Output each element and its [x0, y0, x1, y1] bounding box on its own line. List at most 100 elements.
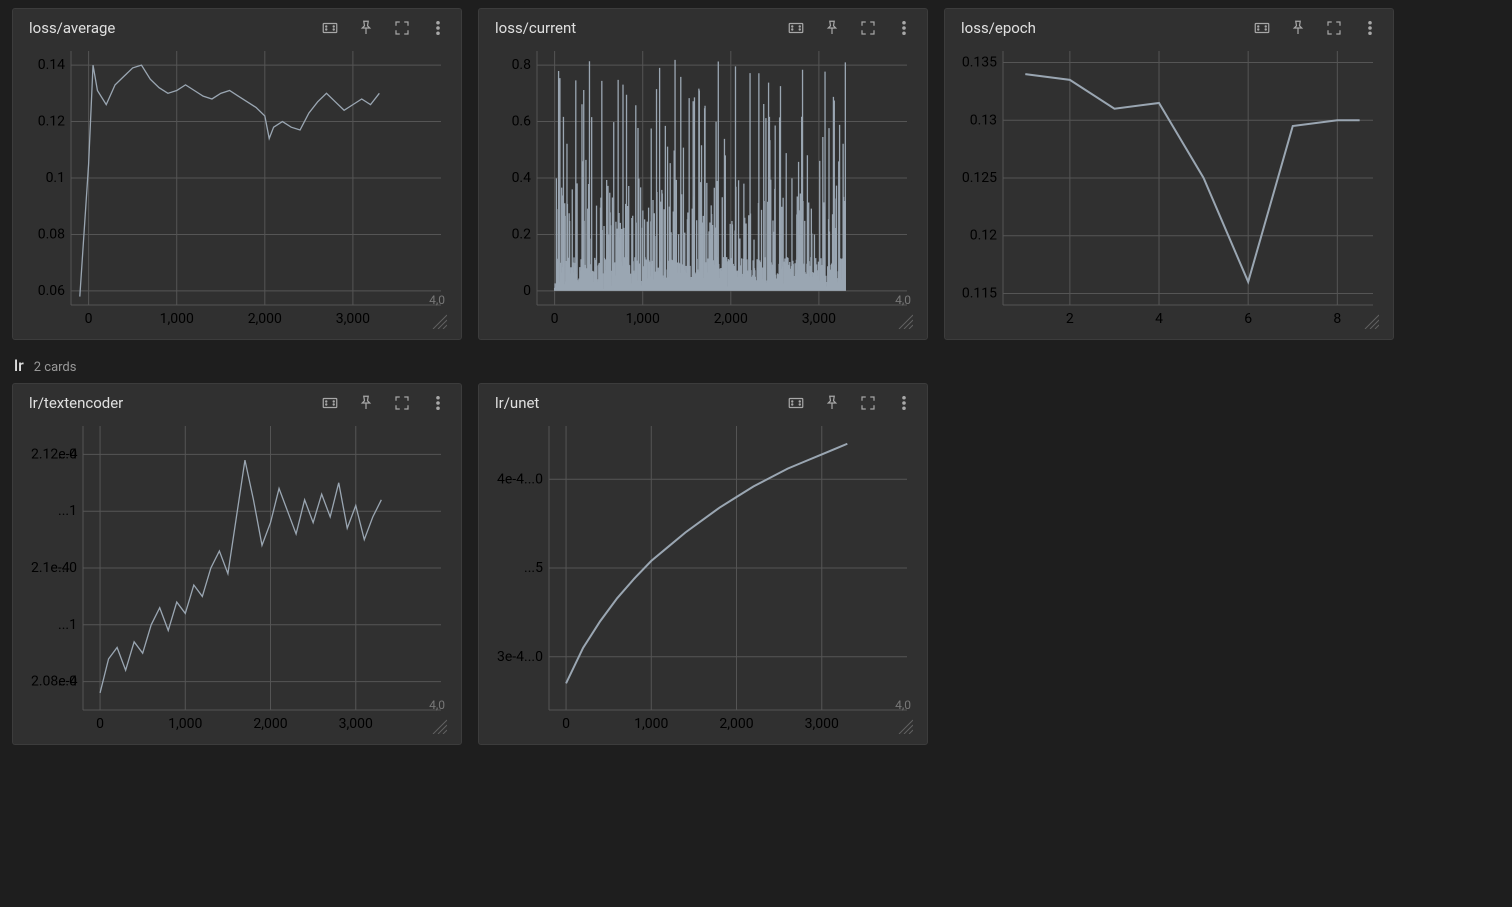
- fullscreen-icon[interactable]: [393, 19, 411, 37]
- pin-icon[interactable]: [357, 394, 375, 412]
- svg-text:3,000: 3,000: [805, 716, 839, 732]
- section-title: lr: [14, 356, 24, 375]
- resize-handle-icon[interactable]: [895, 311, 913, 329]
- svg-text:0.115: 0.115: [962, 285, 997, 301]
- card-loss-epoch: loss/epoch 0.115 0.12 0.125 0.13 0.135 2 4 6 8: [944, 8, 1394, 340]
- svg-text:0: 0: [85, 311, 93, 327]
- svg-text:1,000: 1,000: [626, 311, 660, 327]
- fullscreen-icon[interactable]: [1325, 19, 1343, 37]
- more-icon[interactable]: [895, 19, 913, 37]
- fit-domain-icon[interactable]: [1253, 19, 1271, 37]
- fullscreen-icon[interactable]: [393, 394, 411, 412]
- lr-row: lr/textencoder ...0...1...0...1...02.08e…: [0, 375, 1512, 753]
- svg-text:2: 2: [1066, 311, 1074, 327]
- card-header: loss/average: [23, 19, 451, 43]
- card-lr-textencoder: lr/textencoder ...0...1...0...1...02.08e…: [12, 383, 462, 745]
- svg-text:6: 6: [1244, 311, 1252, 327]
- card-title: loss/average: [29, 19, 115, 37]
- svg-text:2,000: 2,000: [248, 311, 282, 327]
- more-icon[interactable]: [429, 394, 447, 412]
- card-toolbar: [1253, 19, 1379, 37]
- svg-text:2,000: 2,000: [253, 716, 287, 732]
- resize-handle-icon[interactable]: [1361, 311, 1379, 329]
- more-icon[interactable]: [429, 19, 447, 37]
- chart-loss-epoch[interactable]: 0.115 0.12 0.125 0.13 0.135 2 4 6 8: [955, 43, 1383, 333]
- chart-lr-textencoder[interactable]: ...0...1...0...1...02.08e-42.1e-42.12e-4…: [23, 418, 451, 738]
- svg-text:0.4: 0.4: [512, 170, 532, 186]
- card-toolbar: [321, 19, 447, 37]
- svg-text:...5: ...5: [524, 560, 543, 576]
- svg-text:3,000: 3,000: [339, 716, 373, 732]
- chart-loss-current[interactable]: 00.20.40.60.801,0002,0003,0004,0: [489, 43, 917, 333]
- svg-text:1,000: 1,000: [160, 311, 194, 327]
- more-icon[interactable]: [1361, 19, 1379, 37]
- svg-text:0.14: 0.14: [38, 57, 65, 73]
- svg-text:0.135: 0.135: [962, 55, 997, 71]
- chart-loss-average[interactable]: 0.060.080.10.120.1401,0002,0003,0004,0: [23, 43, 451, 333]
- svg-text:0.12: 0.12: [38, 114, 65, 130]
- card-title: loss/epoch: [961, 19, 1036, 37]
- loss-row: loss/average 0.06 0.08 0.1 0.12 0.14 0 1,000 2,…: [0, 0, 1512, 348]
- svg-text:0.2: 0.2: [512, 226, 532, 242]
- svg-text:...0: ...0: [524, 649, 543, 665]
- pin-icon[interactable]: [1289, 19, 1307, 37]
- svg-text:1,000: 1,000: [168, 716, 202, 732]
- card-toolbar: [787, 394, 913, 412]
- section-header-lr[interactable]: lr 2 cards: [0, 348, 1512, 375]
- card-toolbar: [787, 19, 913, 37]
- card-title: loss/current: [495, 19, 576, 37]
- svg-text:4e-4: 4e-4: [497, 471, 524, 487]
- card-title: lr/unet: [495, 394, 539, 412]
- svg-text:0.13: 0.13: [970, 112, 997, 128]
- svg-text:0.125: 0.125: [962, 170, 997, 186]
- svg-text:2,000: 2,000: [719, 716, 753, 732]
- more-icon[interactable]: [895, 394, 913, 412]
- svg-text:0: 0: [96, 716, 104, 732]
- svg-text:2.12e-4: 2.12e-4: [31, 446, 78, 462]
- svg-text:0.12: 0.12: [970, 228, 997, 244]
- resize-handle-icon[interactable]: [429, 311, 447, 329]
- svg-text:1,000: 1,000: [634, 716, 668, 732]
- svg-text:2.08e-4: 2.08e-4: [31, 674, 78, 690]
- svg-text:0: 0: [562, 716, 570, 732]
- fullscreen-icon[interactable]: [859, 394, 877, 412]
- svg-text:0: 0: [551, 311, 559, 327]
- card-header: lr/unet: [489, 394, 917, 418]
- pin-icon[interactable]: [357, 19, 375, 37]
- svg-text:2,000: 2,000: [714, 311, 748, 327]
- fit-domain-icon[interactable]: [321, 394, 339, 412]
- svg-text:0.1: 0.1: [46, 170, 65, 186]
- svg-text:2.1e-4: 2.1e-4: [31, 560, 70, 576]
- card-header: loss/epoch: [955, 19, 1383, 43]
- svg-text:8: 8: [1333, 311, 1341, 327]
- card-lr-unet: lr/unet ...0...5...0...53e-44e-401,0002,…: [478, 383, 928, 745]
- fullscreen-icon[interactable]: [859, 19, 877, 37]
- svg-text:3,000: 3,000: [802, 311, 836, 327]
- svg-text:3,000: 3,000: [336, 311, 370, 327]
- svg-text:4: 4: [1155, 311, 1163, 327]
- svg-text:0.06: 0.06: [38, 283, 65, 299]
- fit-domain-icon[interactable]: [787, 394, 805, 412]
- card-loss-average: loss/average 0.06 0.08 0.1 0.12 0.14 0 1,000 2,…: [12, 8, 462, 340]
- svg-text:...0: ...0: [524, 471, 543, 487]
- svg-text:0.08: 0.08: [38, 226, 65, 242]
- pin-icon[interactable]: [823, 19, 841, 37]
- card-title: lr/textencoder: [29, 394, 123, 412]
- chart-lr-unet[interactable]: ...0...5...0...53e-44e-401,0002,0003,000…: [489, 418, 917, 738]
- card-header: lr/textencoder: [23, 394, 451, 418]
- svg-text:...1: ...1: [58, 503, 77, 519]
- card-header: loss/current: [489, 19, 917, 43]
- card-toolbar: [321, 394, 447, 412]
- svg-text:0: 0: [523, 283, 531, 299]
- svg-text:3e-4: 3e-4: [497, 649, 524, 665]
- svg-text:0.6: 0.6: [512, 114, 532, 130]
- section-count: 2 cards: [34, 360, 77, 375]
- svg-text:...1: ...1: [58, 617, 77, 633]
- resize-handle-icon[interactable]: [429, 716, 447, 734]
- fit-domain-icon[interactable]: [321, 19, 339, 37]
- resize-handle-icon[interactable]: [895, 716, 913, 734]
- fit-domain-icon[interactable]: [787, 19, 805, 37]
- card-loss-current: loss/current 0 0.2 0.4 0.6 0.8 0 1,000 2,000 3,0…: [478, 8, 928, 340]
- pin-icon[interactable]: [823, 394, 841, 412]
- svg-text:0.8: 0.8: [512, 57, 532, 73]
